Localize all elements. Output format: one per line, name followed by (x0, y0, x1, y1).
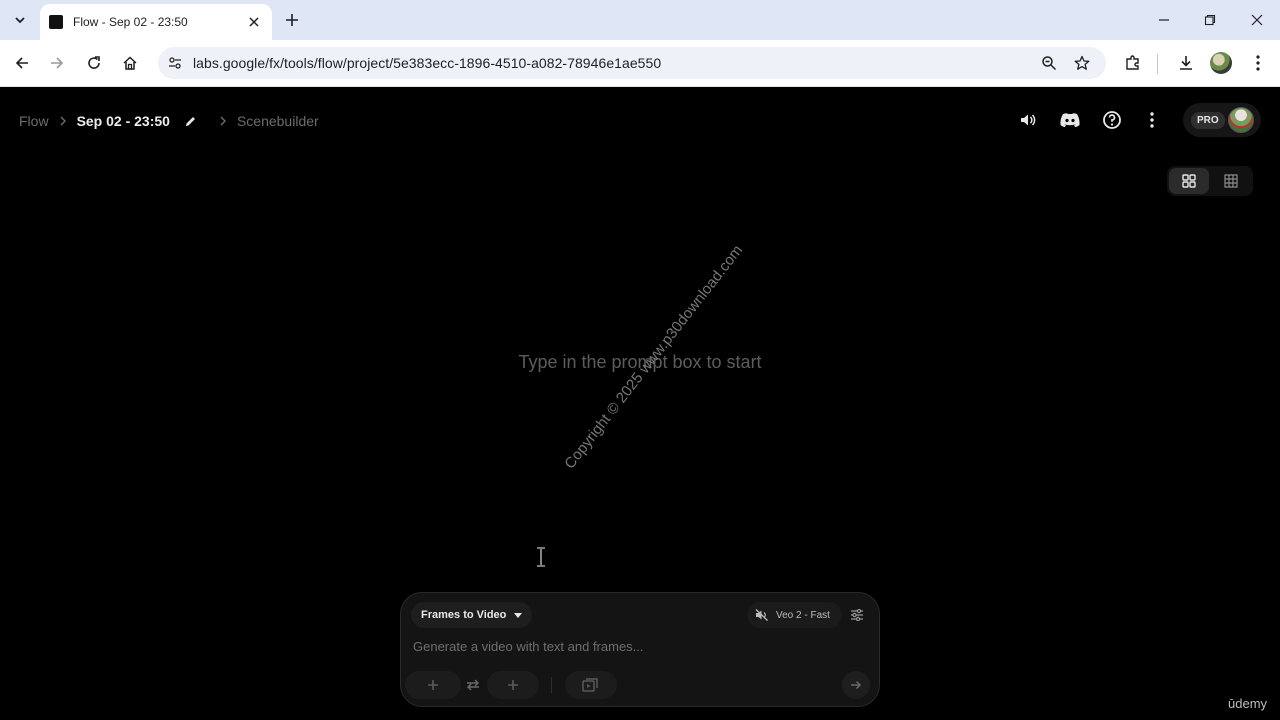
flow-favicon-icon (49, 15, 63, 29)
send-button[interactable] (842, 671, 870, 699)
forward-icon[interactable] (44, 50, 70, 76)
audio-off-icon (755, 609, 769, 621)
breadcrumb: Flow Sep 02 - 23:50 Scenebuilder (19, 111, 319, 131)
star-icon[interactable] (1071, 52, 1093, 74)
restore-icon[interactable] (1198, 8, 1222, 32)
back-icon[interactable] (9, 50, 35, 76)
close-icon[interactable] (246, 14, 262, 30)
minimize-icon[interactable] (1152, 8, 1176, 32)
toolbar-divider (1157, 54, 1158, 74)
prompt-input[interactable] (413, 635, 853, 657)
chevron-right-icon (219, 116, 227, 126)
download-icon[interactable] (1173, 50, 1199, 76)
url-text[interactable]: labs.google/fx/tools/flow/project/5e383e… (193, 55, 661, 71)
scene-extend-button[interactable] (565, 671, 617, 699)
window-close-icon[interactable] (1245, 8, 1269, 32)
tune-icon[interactable] (849, 607, 865, 623)
user-avatar[interactable] (1228, 107, 1254, 133)
udemy-logo: ūdemy (1228, 696, 1268, 711)
caret-down-icon (514, 612, 523, 618)
breadcrumb-flow[interactable]: Flow (19, 113, 49, 129)
text-cursor-icon (537, 547, 545, 567)
browser-toolbar: labs.google/fx/tools/flow/project/5e383e… (0, 40, 1280, 87)
plus-icon (428, 680, 438, 690)
address-bar[interactable]: labs.google/fx/tools/flow/project/5e383e… (158, 47, 1106, 79)
mode-dropdown[interactable]: Frames to Video (411, 602, 533, 628)
grid-small-icon[interactable] (1211, 168, 1251, 194)
pencil-icon[interactable] (184, 115, 197, 128)
zoom-icon[interactable] (1038, 52, 1060, 74)
site-info-icon[interactable] (160, 48, 190, 78)
discord-icon[interactable] (1058, 108, 1082, 132)
swap-frames-icon[interactable] (461, 671, 485, 699)
prompt-divider (551, 677, 552, 693)
account-menu[interactable]: PRO (1183, 103, 1261, 137)
volume-icon[interactable] (1016, 108, 1040, 132)
add-last-frame-button[interactable] (487, 671, 539, 699)
browser-tab[interactable]: Flow - Sep 02 - 23:50 (40, 4, 272, 40)
extensions-icon[interactable] (1120, 50, 1146, 76)
chevron-right-icon (59, 116, 67, 126)
tab-search-icon[interactable] (6, 6, 34, 34)
prompt-box: Frames to Video Veo 2 - Fast (400, 592, 880, 707)
grid-large-icon[interactable] (1169, 168, 1209, 194)
tab-title: Flow - Sep 02 - 23:50 (73, 15, 188, 29)
help-icon[interactable] (1100, 108, 1124, 132)
profile-picture (1210, 52, 1232, 74)
breadcrumb-scenebuilder[interactable]: Scenebuilder (237, 113, 319, 129)
model-label: Veo 2 - Fast (776, 609, 830, 621)
flow-app: Flow Sep 02 - 23:50 Scenebuilder PRO Typ… (0, 88, 1280, 720)
mode-label: Frames to Video (421, 609, 507, 621)
breadcrumb-project[interactable]: Sep 02 - 23:50 (77, 113, 170, 129)
model-selector[interactable]: Veo 2 - Fast (747, 602, 842, 628)
plus-icon[interactable] (280, 8, 304, 32)
home-icon[interactable] (117, 50, 143, 76)
pro-badge: PRO (1191, 111, 1225, 129)
browser-tab-bar: Flow - Sep 02 - 23:50 (0, 0, 1280, 40)
reload-icon[interactable] (81, 50, 107, 76)
view-toggle (1167, 166, 1253, 196)
video-frames-icon (582, 678, 598, 692)
profile-avatar[interactable] (1208, 50, 1234, 76)
kebab-icon[interactable] (1245, 50, 1271, 76)
add-first-frame-button[interactable] (405, 671, 461, 699)
more-vert-icon[interactable] (1140, 108, 1164, 132)
plus-icon (508, 680, 518, 690)
arrow-right-icon (851, 680, 862, 690)
